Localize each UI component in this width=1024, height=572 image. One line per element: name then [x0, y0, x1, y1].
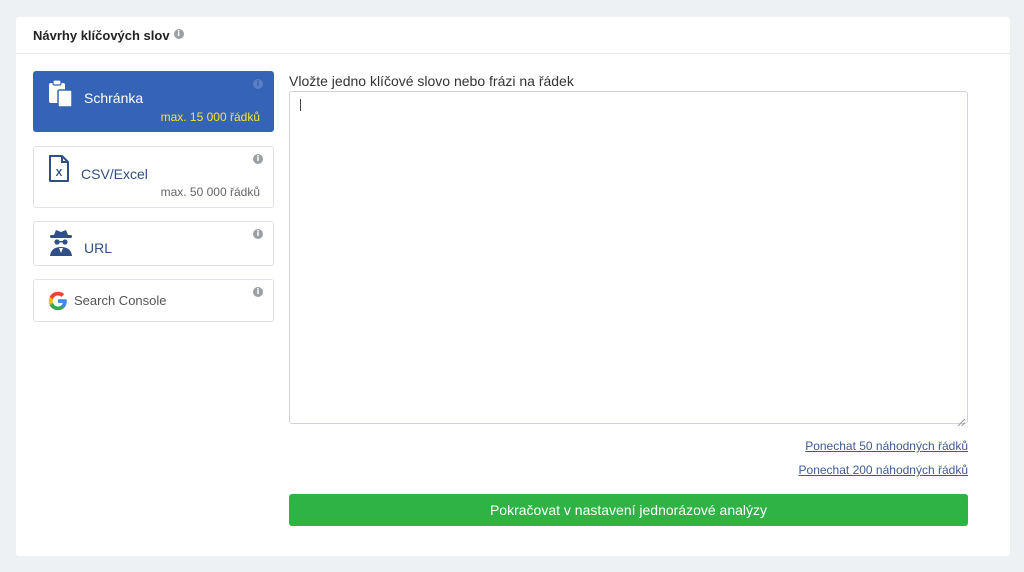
info-icon[interactable]: i	[253, 229, 263, 239]
source-card-csv-excel[interactable]: i X CSV/Excel max. 50 000 řádků	[33, 146, 274, 208]
keep-200-rows-link[interactable]: Ponechat 200 náhodných řádků	[799, 463, 968, 477]
info-icon[interactable]: i	[173, 29, 184, 39]
excel-file-icon: X	[48, 155, 70, 183]
keywords-textarea[interactable]	[289, 91, 968, 427]
spy-icon	[48, 229, 74, 257]
source-card-clipboard[interactable]: i Schránka max. 15 000 řádků	[33, 71, 274, 132]
info-icon[interactable]: i	[253, 287, 263, 297]
text-cursor	[300, 99, 301, 111]
panel-header: Návrhy klíčových slov i	[16, 17, 1010, 54]
source-card-search-console[interactable]: i Search Console	[33, 279, 274, 322]
source-card-url[interactable]: i URL	[33, 221, 274, 266]
source-label: Search Console	[74, 293, 167, 308]
keep-50-rows-link[interactable]: Ponechat 50 náhodných řádků	[805, 439, 968, 453]
source-label: Schránka	[84, 90, 144, 106]
source-label: CSV/Excel	[81, 166, 148, 182]
clipboard-icon	[48, 80, 74, 108]
textarea-label: Vložte jedno klíčové slovo nebo frázi na…	[289, 73, 574, 89]
resize-handle-icon[interactable]	[957, 413, 966, 427]
source-label: URL	[84, 240, 113, 256]
source-limit: max. 15 000 řádků	[160, 110, 260, 124]
source-limit: max. 50 000 řádků	[160, 185, 260, 199]
info-icon[interactable]: i	[253, 154, 263, 164]
panel-title: Návrhy klíčových slov	[33, 27, 170, 43]
google-icon	[48, 291, 68, 311]
continue-button[interactable]: Pokračovat v nastavení jednorázové analý…	[289, 494, 968, 526]
svg-text:X: X	[56, 168, 63, 179]
info-icon[interactable]: i	[253, 79, 263, 89]
keyword-suggestions-panel: Návrhy klíčových slov i i Schránka max. …	[16, 17, 1010, 556]
